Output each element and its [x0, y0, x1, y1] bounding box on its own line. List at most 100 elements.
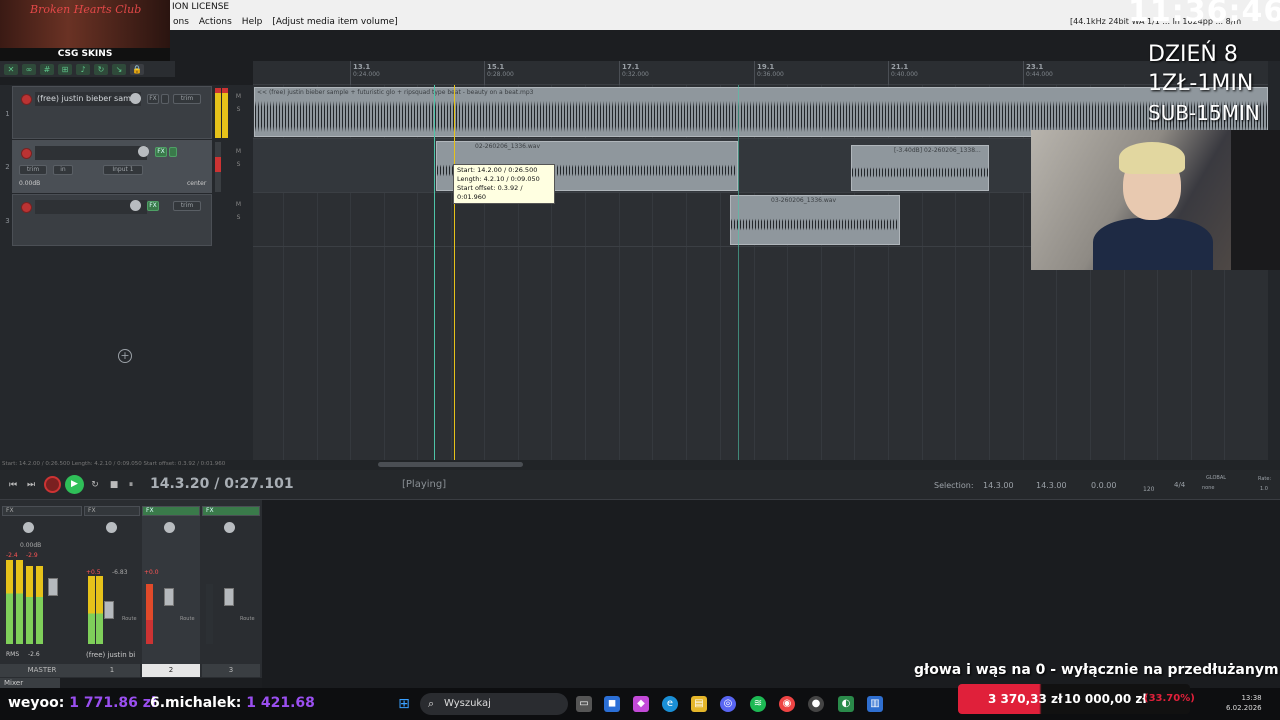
record-arm-button[interactable]: [21, 94, 32, 105]
track-1[interactable]: (free) justin bieber samp FX trim: [12, 86, 212, 139]
obs-icon[interactable]: ●: [808, 696, 824, 712]
donor-name: weyoo:: [8, 695, 65, 711]
donation-goal-bar: 3 370,33 zł 10 000,00 zł (33.70%): [958, 684, 1195, 714]
chrome-icon[interactable]: ◉: [779, 696, 795, 712]
edit-cursor[interactable]: [434, 85, 435, 460]
track-2[interactable]: FX trim in Input 1 0.00dB center: [12, 140, 212, 193]
donation-1: weyoo: 1 771.86 zł: [8, 695, 156, 711]
strip-peak: +0.5: [86, 569, 101, 576]
track-name[interactable]: [35, 146, 147, 160]
solo-button[interactable]: S: [234, 160, 243, 169]
record-arm-button[interactable]: [21, 148, 32, 159]
time-position[interactable]: 14.3.20 / 0:27.101: [150, 476, 294, 492]
solo-button[interactable]: S: [234, 213, 243, 222]
mute-button[interactable]: M: [234, 147, 243, 156]
mixer-tab[interactable]: Mixer: [0, 678, 60, 688]
envelope-icon[interactable]: ↘: [112, 63, 126, 75]
mute-button[interactable]: M: [234, 92, 243, 101]
menu-bar: ons Actions Help [Adjust media item volu…: [170, 14, 1280, 30]
media-item-clip3[interactable]: 03-260206_1336.wav: [730, 195, 900, 245]
go-start-icon[interactable]: ⏮: [6, 478, 20, 492]
snap-icon[interactable]: ⊞: [58, 63, 72, 75]
play-button[interactable]: ▶: [65, 475, 84, 494]
strip-pan-knob[interactable]: [106, 522, 117, 533]
copilot-icon[interactable]: ◆: [633, 696, 649, 712]
track-name[interactable]: (free) justin bieber samp: [35, 92, 141, 106]
stop-icon[interactable]: ■: [107, 478, 121, 492]
strip-volume-readout: -6.83: [112, 569, 128, 576]
item-edge-marker: [738, 85, 739, 460]
strip-number: 1: [84, 664, 140, 677]
pause-icon[interactable]: ⏸: [124, 478, 138, 492]
input-select[interactable]: Input 1: [103, 165, 143, 175]
horizontal-scrollbar[interactable]: Start: 14.2.00 / 0:26.500 Length: 4.2.10…: [0, 460, 1280, 470]
fx-button[interactable]: FX: [155, 147, 167, 157]
menu-options[interactable]: ons: [173, 14, 189, 30]
scroll-thumb[interactable]: [378, 462, 523, 467]
menu-help[interactable]: Help: [242, 14, 263, 30]
strip-fx-button[interactable]: FX: [142, 506, 200, 516]
master-fx-button[interactable]: FX: [2, 506, 82, 516]
discord-icon[interactable]: ◎: [720, 696, 736, 712]
trim-button[interactable]: trim: [173, 94, 201, 104]
strip-fader[interactable]: [224, 588, 234, 606]
fx-bypass-icon[interactable]: [169, 147, 177, 157]
strip-fader[interactable]: [104, 601, 114, 619]
repeat-icon[interactable]: ↻: [94, 63, 108, 75]
ripple-icon[interactable]: ✕: [4, 63, 18, 75]
add-track-icon[interactable]: +: [118, 349, 132, 363]
strip-route-button[interactable]: Route: [180, 616, 195, 622]
media-item-clip2[interactable]: [-3.40dB] 02-260206_1338...: [851, 145, 989, 191]
grid-icon[interactable]: #: [40, 63, 54, 75]
strip-fader[interactable]: [164, 588, 174, 606]
fx-bypass-icon[interactable]: [161, 94, 169, 104]
selection-end[interactable]: 14.3.00: [1036, 481, 1067, 490]
store-icon[interactable]: ◼: [604, 696, 620, 712]
volume-knob[interactable]: [130, 200, 141, 211]
notepad-icon[interactable]: ▥: [867, 696, 883, 712]
rate-value[interactable]: 1.0: [1260, 486, 1268, 492]
master-fader[interactable]: [48, 578, 58, 596]
time-signature[interactable]: 4/4: [1174, 481, 1185, 489]
selection-start[interactable]: 14.3.00: [983, 481, 1014, 490]
spotify-icon[interactable]: ≋: [750, 696, 766, 712]
global-value[interactable]: none: [1202, 485, 1214, 491]
edge-icon[interactable]: e: [662, 696, 678, 712]
ruler-marker: 21.1 0:40.000: [891, 63, 918, 78]
system-clock[interactable]: 13:38 6.02.2026: [1226, 693, 1262, 713]
trim-button[interactable]: trim: [173, 201, 201, 211]
strip-fx-button[interactable]: FX: [84, 506, 140, 516]
volume-knob[interactable]: [130, 93, 141, 104]
fx-button[interactable]: FX: [147, 201, 159, 211]
timeline-ruler[interactable]: 13.1 0:24.000 15.1 0:28.000 17.1 0:32.000 1…: [253, 61, 1268, 85]
master-pan-knob[interactable]: [23, 522, 34, 533]
sponsor-label: CSG SKINS: [0, 48, 170, 61]
record-arm-button[interactable]: [21, 202, 32, 213]
explorer-icon[interactable]: ▤: [691, 696, 707, 712]
strip-fx-button[interactable]: FX: [202, 506, 260, 516]
strip-pan-knob[interactable]: [164, 522, 175, 533]
metronome-icon[interactable]: ♪: [76, 63, 90, 75]
bpm-field[interactable]: 120: [1143, 486, 1154, 493]
volume-knob[interactable]: [138, 146, 149, 157]
track-3[interactable]: FX trim: [12, 194, 212, 246]
selection-length[interactable]: 0.0.00: [1091, 481, 1116, 490]
lock-icon[interactable]: 🔒: [130, 63, 144, 75]
repeat-icon[interactable]: ↻: [88, 478, 102, 492]
strip-route-button[interactable]: Route: [122, 616, 137, 622]
trim-button[interactable]: trim: [19, 165, 47, 175]
loop-icon[interactable]: ∞: [22, 63, 36, 75]
strip-pan-knob[interactable]: [224, 522, 235, 533]
windows-start-icon[interactable]: ⊞: [396, 696, 412, 712]
input-monitor-button[interactable]: in: [53, 165, 73, 175]
mute-button[interactable]: M: [234, 200, 243, 209]
taskbar-search[interactable]: ⌕ Wyszukaj: [420, 693, 568, 715]
task-view-icon[interactable]: ▭: [576, 696, 592, 712]
menu-actions[interactable]: Actions: [199, 14, 232, 30]
go-end-icon[interactable]: ⏭: [24, 478, 38, 492]
record-button[interactable]: [44, 476, 61, 493]
reaper-icon[interactable]: ◐: [838, 696, 854, 712]
strip-route-button[interactable]: Route: [240, 616, 255, 622]
fx-button[interactable]: FX: [147, 94, 159, 104]
solo-button[interactable]: S: [234, 105, 243, 114]
